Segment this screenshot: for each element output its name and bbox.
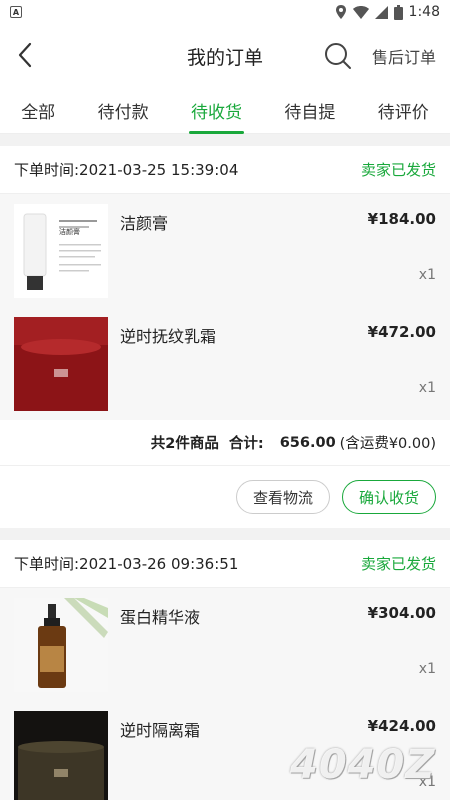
product-image-caption: 洁颜膏 — [59, 228, 80, 236]
product-price: ¥472.00 — [367, 323, 436, 341]
top-bar: 我的订单 售后订单 — [0, 24, 450, 88]
clock: 1:48 — [408, 4, 440, 20]
back-arrow-icon[interactable] — [12, 40, 42, 70]
order-summary: 共2件商品 合计: 656.00 (含运费¥0.00) — [0, 420, 450, 466]
order-status: 卖家已发货 — [360, 555, 436, 573]
order-header: 下单时间:2021-03-26 09:36:51 卖家已发货 — [0, 540, 450, 588]
tab-pending-payment[interactable]: 待付款 — [94, 88, 153, 134]
tab-pending-pickup[interactable]: 待自提 — [280, 88, 339, 134]
product-image — [14, 317, 108, 411]
product-quantity: x1 — [418, 661, 436, 677]
location-icon — [335, 5, 346, 19]
total-amount: 656.00 — [279, 434, 336, 451]
signal-icon — [374, 5, 388, 19]
order-item[interactable]: 洁颜膏 洁颜膏 ¥184.00 x1 — [0, 194, 450, 307]
product-name: 洁颜膏 — [120, 214, 169, 233]
divider — [0, 134, 450, 146]
item-count: 共2件商品 — [150, 436, 219, 452]
wifi-icon — [352, 5, 369, 19]
total-label: 合计: — [228, 436, 264, 452]
watermark-logo: 4040Z — [290, 742, 436, 788]
tab-pending-receipt[interactable]: 待收货 — [187, 88, 246, 134]
view-logistics-button[interactable]: 查看物流 — [235, 480, 330, 514]
product-price: ¥304.00 — [367, 604, 436, 622]
status-bar: A 1:48 — [0, 0, 450, 24]
after-sale-orders-link[interactable]: 售后订单 — [372, 44, 436, 68]
product-quantity: x1 — [418, 380, 436, 396]
product-image: 洁颜膏 — [14, 204, 108, 298]
order-status: 卖家已发货 — [360, 161, 436, 179]
order-item[interactable]: 逆时抚纹乳霜 ¥472.00 x1 — [0, 307, 450, 420]
search-icon[interactable] — [324, 42, 352, 70]
product-image — [14, 598, 108, 692]
product-price: ¥184.00 — [367, 210, 436, 228]
tab-all[interactable]: 全部 — [17, 88, 59, 134]
order-tabs: 全部 待付款 待收货 待自提 待评价 — [0, 88, 450, 134]
order-time: 下单时间:2021-03-25 15:39:04 — [14, 161, 239, 179]
product-price: ¥424.00 — [367, 717, 436, 735]
product-name: 逆时抚纹乳霜 — [120, 327, 217, 346]
confirm-receipt-button[interactable]: 确认收货 — [341, 480, 436, 514]
app-notification-icon: A — [10, 6, 22, 18]
shipping-fee: (含运费¥0.00) — [339, 436, 436, 452]
product-quantity: x1 — [418, 267, 436, 283]
divider — [0, 528, 450, 540]
order-actions: 查看物流 确认收货 — [0, 466, 450, 528]
tab-pending-review[interactable]: 待评价 — [374, 88, 433, 134]
product-name: 蛋白精华液 — [120, 608, 201, 627]
battery-icon — [393, 4, 403, 20]
product-image — [14, 711, 108, 800]
order-time: 下单时间:2021-03-26 09:36:51 — [14, 555, 239, 573]
order-card[interactable]: 下单时间:2021-03-25 15:39:04 卖家已发货 洁颜膏 洁颜膏 ¥… — [0, 146, 450, 528]
order-header: 下单时间:2021-03-25 15:39:04 卖家已发货 — [0, 146, 450, 194]
order-item[interactable]: 蛋白精华液 ¥304.00 x1 — [0, 588, 450, 701]
